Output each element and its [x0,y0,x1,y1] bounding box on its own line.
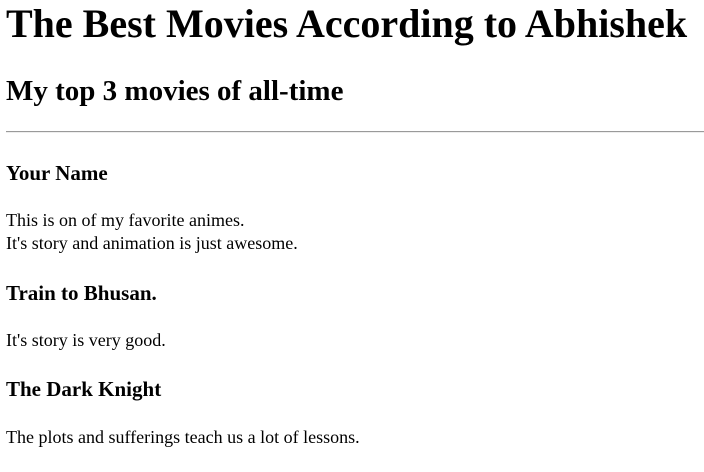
movie-description-your-name: This is on of my favorite animes. It's s… [6,209,298,255]
description-line: It's story is very good. [6,330,166,350]
movie-title-the-dark-knight: The Dark Knight [6,377,162,401]
movie-title-train-to-bhusan: Train to Bhusan. [6,281,157,305]
description-line: The plots and sufferings teach us a lot … [6,427,360,447]
movie-description-train-to-bhusan: It's story is very good. [6,329,166,352]
page: The Best Movies According to Abhishek My… [0,0,704,472]
page-title: The Best Movies According to Abhishek [6,1,688,46]
divider [6,131,704,133]
description-line: It's story and animation is just awesome… [6,233,298,253]
description-line: This is on of my favorite animes. [6,210,245,230]
movie-title-your-name: Your Name [6,161,108,185]
page-subtitle: My top 3 movies of all-time [6,75,344,107]
movie-description-the-dark-knight: The plots and sufferings teach us a lot … [6,426,360,449]
